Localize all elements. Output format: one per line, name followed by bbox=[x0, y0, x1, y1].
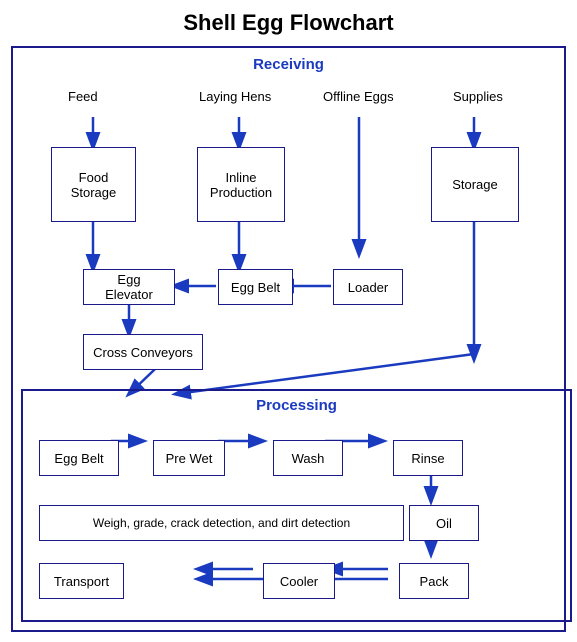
processing-box: Processing bbox=[21, 389, 572, 622]
outer-box: Receiving bbox=[11, 46, 566, 632]
inline-production-node: Inline Production bbox=[197, 147, 285, 222]
loader-node: Loader bbox=[333, 269, 403, 305]
offline-eggs-label: Offline Eggs bbox=[323, 89, 394, 104]
wash-node: Wash bbox=[273, 440, 343, 476]
cooler-node: Cooler bbox=[263, 563, 335, 599]
storage-node: Storage bbox=[431, 147, 519, 222]
egg-belt-top-node: Egg Belt bbox=[218, 269, 293, 305]
page-title: Shell Egg Flowchart bbox=[10, 10, 567, 36]
egg-elevator-node: Egg Elevator bbox=[83, 269, 175, 305]
pack-node: Pack bbox=[399, 563, 469, 599]
feed-label: Feed bbox=[68, 89, 98, 104]
cross-conveyors-node: Cross Conveyors bbox=[83, 334, 203, 370]
rinse-node: Rinse bbox=[393, 440, 463, 476]
transport-node: Transport bbox=[39, 563, 124, 599]
food-storage-node: Food Storage bbox=[51, 147, 136, 222]
weigh-grade-node: Weigh, grade, crack detection, and dirt … bbox=[39, 505, 404, 541]
egg-belt-proc-node: Egg Belt bbox=[39, 440, 119, 476]
oil-node: Oil bbox=[409, 505, 479, 541]
supplies-label: Supplies bbox=[453, 89, 503, 104]
laying-hens-label: Laying Hens bbox=[199, 89, 271, 104]
pre-wet-node: Pre Wet bbox=[153, 440, 225, 476]
top-section: Feed Laying Hens Offline Eggs Supplies F… bbox=[21, 79, 572, 389]
receiving-label: Receiving bbox=[21, 56, 556, 73]
processing-label: Processing bbox=[31, 397, 562, 414]
